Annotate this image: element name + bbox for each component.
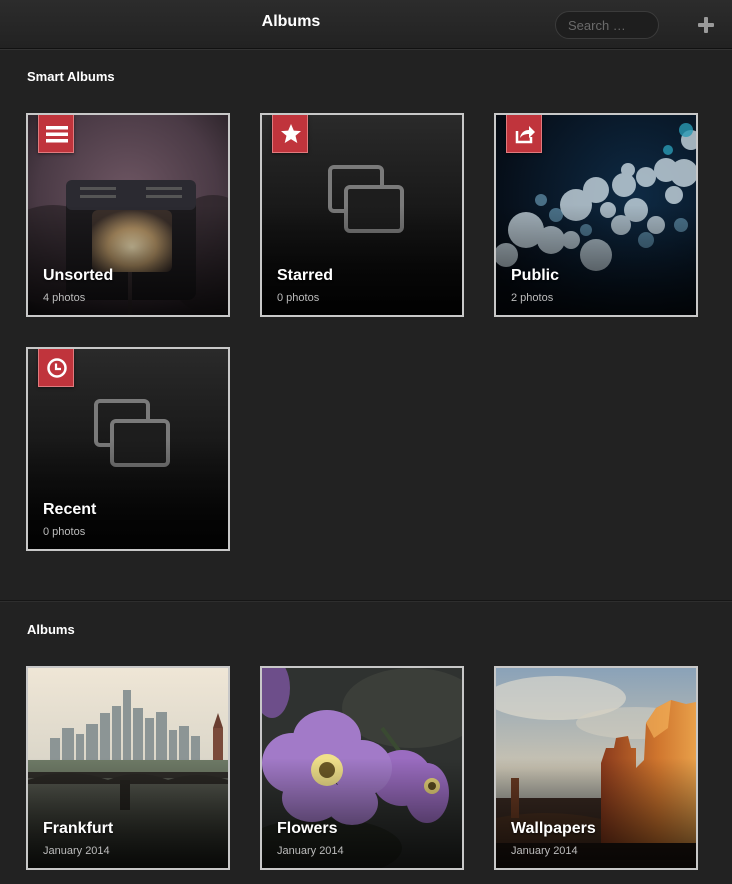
plus-icon[interactable] bbox=[694, 13, 718, 37]
badge-recent bbox=[38, 349, 74, 387]
badge-starred bbox=[272, 115, 308, 153]
album-name: Flowers bbox=[277, 820, 338, 837]
star-icon bbox=[281, 124, 301, 143]
album-public[interactable]: Public 2 photos bbox=[494, 113, 698, 317]
album-date: January 2014 bbox=[277, 845, 344, 857]
header-bar: Albums bbox=[0, 0, 732, 49]
share-icon bbox=[515, 126, 535, 144]
album-wallpapers[interactable]: Wallpapers January 2014 bbox=[494, 666, 698, 870]
album-recent[interactable]: Recent 0 photos bbox=[26, 347, 230, 551]
album-count: 0 photos bbox=[43, 526, 86, 538]
album-name: Starred bbox=[277, 267, 334, 284]
album-frankfurt[interactable]: Frankfurt January 2014 bbox=[26, 666, 230, 870]
page-title: Albums bbox=[261, 13, 321, 30]
album-name: Unsorted bbox=[43, 267, 114, 284]
album-name: Frankfurt bbox=[43, 820, 114, 837]
clock-icon bbox=[47, 358, 67, 378]
album-date: January 2014 bbox=[511, 845, 578, 857]
album-count: 0 photos bbox=[277, 292, 320, 304]
album-unsorted[interactable]: Unsorted 4 photos bbox=[26, 113, 230, 317]
album-flowers[interactable]: Flowers January 2014 bbox=[260, 666, 464, 870]
album-count: 2 photos bbox=[511, 292, 554, 304]
album-count: 4 photos bbox=[43, 292, 86, 304]
album-name: Recent bbox=[43, 501, 97, 518]
album-starred[interactable]: Starred 0 photos bbox=[260, 113, 464, 317]
badge-unsorted bbox=[38, 115, 74, 153]
badge-public bbox=[506, 115, 542, 153]
albums-heading: Albums bbox=[27, 622, 75, 637]
album-name: Public bbox=[511, 267, 560, 284]
search-input[interactable] bbox=[555, 11, 659, 39]
album-name: Wallpapers bbox=[511, 820, 596, 837]
section-divider bbox=[0, 600, 732, 601]
list-icon bbox=[46, 126, 68, 143]
album-date: January 2014 bbox=[43, 845, 110, 857]
smart-albums-heading: Smart Albums bbox=[27, 69, 115, 84]
